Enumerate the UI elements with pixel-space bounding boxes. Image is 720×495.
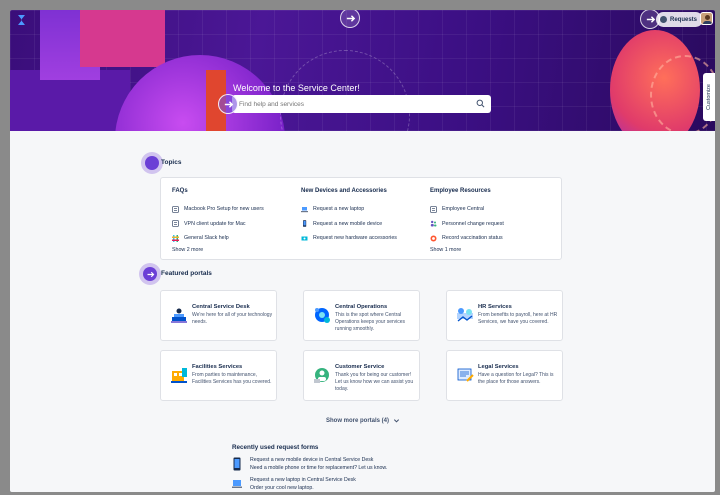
recent-form-title: Request a new mobile device in Central S… (250, 457, 374, 463)
search-icon[interactable] (476, 99, 485, 108)
topics-marker-icon (141, 152, 163, 174)
topic-column-title: Employee Resources (430, 188, 491, 194)
search-input[interactable] (239, 100, 469, 108)
topic-item-label: Employee Central (442, 206, 485, 213)
service-desk-icon (171, 308, 187, 323)
topic-column-title: New Devices and Accessories (301, 188, 387, 194)
welcome-heading: Welcome to the Service Center! (233, 83, 360, 93)
featured-portals-title: Featured portals (161, 270, 212, 277)
topic-item[interactable]: Request a new mobile device (301, 217, 426, 232)
arrow-right-icon[interactable] (218, 94, 238, 114)
recent-form-description: Order your cool new laptop. (250, 484, 314, 491)
topic-item[interactable]: Request a new laptop (301, 202, 426, 217)
topic-item[interactable]: VPN client update for Mac (172, 217, 297, 232)
topic-item[interactable]: General Slack help (172, 231, 297, 246)
topics-title: Topics (161, 159, 182, 166)
hr-services-icon (457, 308, 473, 322)
topic-item-label: Request new hardware accessories (313, 235, 397, 242)
recent-form-title: Request a new laptop in Central Service … (250, 477, 356, 483)
topic-item-label: VPN client update for Mac (184, 220, 246, 227)
topic-item-label: Request a new laptop (313, 206, 365, 213)
portal-card-facilities-services[interactable]: Facilities Services From parties to main… (160, 350, 277, 401)
help-center-logo[interactable] (16, 14, 27, 26)
portal-description: From benefits to payroll, here at HR Ser… (478, 312, 558, 325)
avatar[interactable] (700, 12, 713, 25)
hero-banner: Requests Welcome to the Service Center! (10, 10, 715, 131)
laptop-icon (232, 480, 242, 488)
recent-form-item[interactable]: Request a new mobile device in Central S… (232, 457, 492, 479)
portal-description: This is the spot where Central Operation… (335, 312, 406, 332)
requests-button[interactable]: Requests (656, 12, 704, 27)
requests-label: Requests (670, 16, 698, 23)
portal-description: Thank you for being our customer! Let us… (335, 372, 414, 392)
customize-tab[interactable]: Customize (703, 73, 715, 121)
show-more-link[interactable]: Show 1 more (430, 247, 555, 253)
mobile-icon (233, 457, 241, 471)
laptop-icon (301, 206, 308, 212)
customer-service-icon (314, 368, 329, 383)
topic-item-label: Personnel change request (442, 220, 504, 227)
vaccine-icon (430, 235, 437, 242)
article-icon (430, 205, 437, 213)
portal-title: HR Services (478, 304, 512, 310)
topic-item-label: Record vaccination status (442, 235, 503, 242)
slack-icon (172, 234, 179, 242)
topic-item[interactable]: Request new hardware accessories (301, 231, 426, 246)
search-bar[interactable] (232, 95, 491, 113)
mobile-icon (303, 220, 307, 227)
portal-card-customer-service[interactable]: Customer Service Thank you for being our… (303, 350, 420, 401)
article-icon (172, 220, 179, 228)
topic-item[interactable]: Record vaccination status (430, 231, 555, 246)
topic-column-title: FAQs (172, 188, 188, 194)
topic-item[interactable]: Personnel change request (430, 217, 555, 232)
hero-decoration (80, 10, 165, 67)
recent-form-description: Need a mobile phone or time for replacem… (250, 464, 388, 471)
article-icon (172, 205, 179, 213)
portal-title: Legal Services (478, 364, 519, 370)
arrow-right-icon[interactable] (139, 263, 161, 285)
topic-item-label: Macbook Pro Setup for new users (184, 206, 264, 213)
topic-item[interactable]: Macbook Pro Setup for new users (172, 202, 297, 217)
portal-title: Central Operations (335, 304, 388, 310)
hardware-icon (301, 236, 308, 241)
portal-title: Facilities Services (192, 364, 243, 370)
portal-title: Customer Service (335, 364, 385, 370)
portal-description: From parties to maintenance, Facilities … (192, 372, 272, 385)
portal-title: Central Service Desk (192, 304, 250, 310)
topics-card: FAQs Macbook Pro Setup for new users VPN… (160, 177, 562, 260)
show-more-portals-button[interactable]: Show more portals (4) (326, 417, 400, 424)
operations-gear-icon (315, 308, 330, 323)
recent-form-item[interactable]: Request a new laptop in Central Service … (232, 477, 492, 492)
portal-description: Have a question for Legal? This is the p… (478, 372, 554, 385)
topic-item-label: Request a new mobile device (313, 220, 383, 227)
facilities-icon (171, 368, 187, 383)
topic-item[interactable]: Employee Central (430, 202, 555, 217)
recent-forms-title: Recently used request forms (232, 444, 319, 451)
service-center-page: Requests Welcome to the Service Center! … (10, 10, 715, 492)
portal-card-legal-services[interactable]: Legal Services Have a question for Legal… (446, 350, 563, 401)
show-more-portals-label: Show more portals (4) (326, 417, 390, 424)
chevron-down-icon (393, 419, 400, 423)
topic-column-employee: Employee Resources Employee Central Pers… (430, 188, 555, 253)
topic-item-label: General Slack help (184, 235, 229, 242)
portal-card-central-service-desk[interactable]: Central Service Desk We're here for all … (160, 290, 277, 341)
show-more-link[interactable]: Show 2 more (172, 247, 297, 253)
topic-column-devices: New Devices and Accessories Request a ne… (301, 188, 426, 246)
legal-icon (457, 368, 474, 382)
portal-card-central-operations[interactable]: Central Operations This is the spot wher… (303, 290, 420, 341)
requests-icon (660, 16, 667, 23)
portal-card-hr-services[interactable]: HR Services From benefits to payroll, he… (446, 290, 563, 341)
portal-description: We're here for all of your technology ne… (192, 312, 273, 325)
customize-label: Customize (706, 84, 712, 110)
topic-column-faqs: FAQs Macbook Pro Setup for new users VPN… (172, 188, 297, 253)
people-icon (430, 221, 437, 227)
